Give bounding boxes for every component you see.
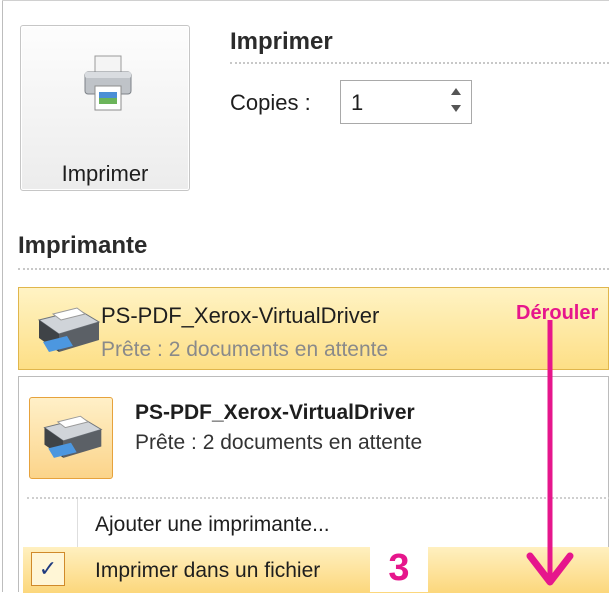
print-to-file-label: Imprimer dans un fichier <box>95 559 321 582</box>
printer-icon <box>84 55 132 111</box>
printer-section-title: Imprimante <box>18 232 148 259</box>
copies-stepper[interactable]: 1 <box>340 80 472 124</box>
copies-label: Copies : <box>230 90 311 115</box>
selected-printer-name: PS-PDF_Xerox-VirtualDriver <box>101 303 380 328</box>
dropdown-printer-status: Prête : 2 documents en attente <box>135 431 423 454</box>
checkmark-icon[interactable]: ✓ <box>31 552 65 586</box>
spin-down-icon[interactable] <box>451 105 461 112</box>
print-button-label: Imprimer <box>61 161 149 186</box>
copies-value: 1 <box>351 90 364 115</box>
down-arrow-icon <box>526 320 574 586</box>
window-top-border <box>2 0 609 1</box>
printer-icon <box>43 415 103 458</box>
selected-printer-status: Prête : 2 documents en attente <box>101 338 389 361</box>
print-section-divider <box>230 62 609 64</box>
spin-up-icon[interactable] <box>451 88 461 95</box>
dropdown-printer-name[interactable]: PS-PDF_Xerox-VirtualDriver <box>135 401 415 425</box>
step-number-badge: 3 <box>370 544 428 592</box>
print-button[interactable]: Imprimer <box>20 25 190 191</box>
printer-icon <box>37 307 101 352</box>
window-left-border <box>2 0 3 592</box>
print-section-title: Imprimer <box>230 28 333 55</box>
printer-tile[interactable] <box>29 397 113 479</box>
printer-section-divider <box>18 268 609 270</box>
add-printer-item[interactable]: Ajouter une imprimante... <box>95 513 330 537</box>
